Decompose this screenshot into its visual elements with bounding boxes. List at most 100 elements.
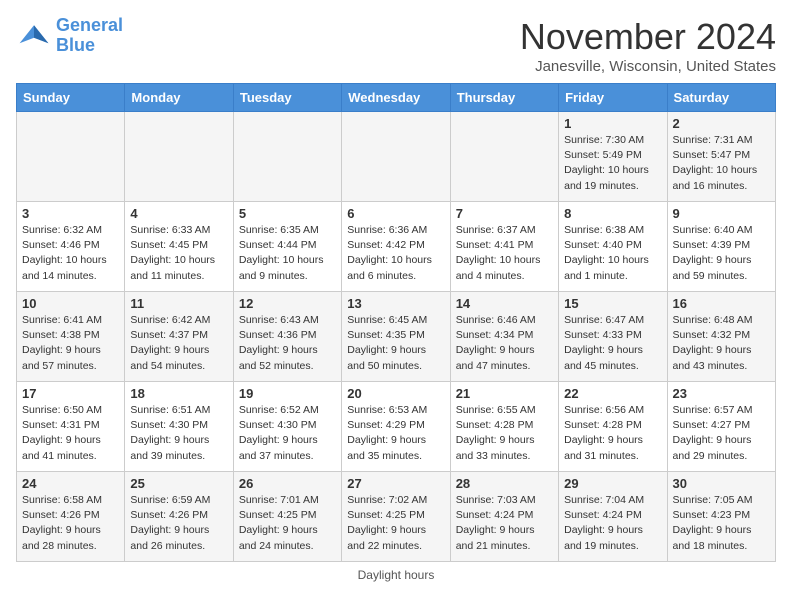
day-number: 1 — [564, 116, 661, 131]
calendar-cell: 28 Sunrise: 7:03 AM Sunset: 4:24 PM Dayli… — [450, 472, 558, 562]
day-info: Sunrise: 6:52 AM Sunset: 4:30 PM Dayligh… — [239, 403, 336, 464]
day-number: 2 — [673, 116, 770, 131]
calendar-cell: 5 Sunrise: 6:35 AM Sunset: 4:44 PM Daylig… — [233, 202, 341, 292]
title-block: November 2024 Janesville, Wisconsin, Uni… — [520, 16, 776, 75]
day-info: Sunrise: 6:32 AM Sunset: 4:46 PM Dayligh… — [22, 223, 119, 284]
day-info: Sunrise: 6:58 AM Sunset: 4:26 PM Dayligh… — [22, 493, 119, 554]
day-number: 24 — [22, 476, 119, 491]
day-number: 21 — [456, 386, 553, 401]
day-info: Sunrise: 6:46 AM Sunset: 4:34 PM Dayligh… — [456, 313, 553, 374]
day-number: 9 — [673, 206, 770, 221]
calendar-cell: 22 Sunrise: 6:56 AM Sunset: 4:28 PM Dayli… — [559, 382, 667, 472]
calendar-weekday-friday: Friday — [559, 84, 667, 112]
calendar-cell: 16 Sunrise: 6:48 AM Sunset: 4:32 PM Dayli… — [667, 292, 775, 382]
calendar-cell: 11 Sunrise: 6:42 AM Sunset: 4:37 PM Dayli… — [125, 292, 233, 382]
day-number: 5 — [239, 206, 336, 221]
calendar-cell: 25 Sunrise: 6:59 AM Sunset: 4:26 PM Dayli… — [125, 472, 233, 562]
day-info: Sunrise: 6:33 AM Sunset: 4:45 PM Dayligh… — [130, 223, 227, 284]
day-number: 13 — [347, 296, 444, 311]
calendar-weekday-wednesday: Wednesday — [342, 84, 450, 112]
day-info: Sunrise: 7:03 AM Sunset: 4:24 PM Dayligh… — [456, 493, 553, 554]
day-number: 28 — [456, 476, 553, 491]
calendar-cell: 12Sunrise: 6:43 AM Sunset: 4:36 PM Dayli… — [233, 292, 341, 382]
day-number: 23 — [673, 386, 770, 401]
day-number: 15 — [564, 296, 661, 311]
day-info: Sunrise: 7:05 AM Sunset: 4:23 PM Dayligh… — [673, 493, 770, 554]
day-number: 22 — [564, 386, 661, 401]
day-info: Sunrise: 6:40 AM Sunset: 4:39 PM Dayligh… — [673, 223, 770, 284]
calendar-weekday-monday: Monday — [125, 84, 233, 112]
calendar-weekday-tuesday: Tuesday — [233, 84, 341, 112]
day-number: 11 — [130, 296, 227, 311]
calendar-cell: 7Sunrise: 6:37 AM Sunset: 4:41 PM Daylig… — [450, 202, 558, 292]
location: Janesville, Wisconsin, United States — [520, 58, 776, 75]
day-number: 25 — [130, 476, 227, 491]
day-info: Sunrise: 6:48 AM Sunset: 4:32 PM Dayligh… — [673, 313, 770, 374]
calendar-cell: 4Sunrise: 6:33 AM Sunset: 4:45 PM Daylig… — [125, 202, 233, 292]
calendar-weekday-sunday: Sunday — [17, 84, 125, 112]
day-info: Sunrise: 6:38 AM Sunset: 4:40 PM Dayligh… — [564, 223, 661, 284]
calendar-week-2: 3 Sunrise: 6:32 AM Sunset: 4:46 PM Daylig… — [17, 202, 776, 292]
calendar-cell: 24 Sunrise: 6:58 AM Sunset: 4:26 PM Dayli… — [17, 472, 125, 562]
day-number: 10 — [22, 296, 119, 311]
calendar-cell: 19 Sunrise: 6:52 AM Sunset: 4:30 PM Dayli… — [233, 382, 341, 472]
calendar-cell: 26 Sunrise: 7:01 AM Sunset: 4:25 PM Dayli… — [233, 472, 341, 562]
day-info: Sunrise: 6:51 AM Sunset: 4:30 PM Dayligh… — [130, 403, 227, 464]
calendar-cell: 1 Sunrise: 7:30 AM Sunset: 5:49 PM Daylig… — [559, 112, 667, 202]
daylight-footer: Daylight hours — [16, 568, 776, 582]
calendar-weekday-saturday: Saturday — [667, 84, 775, 112]
day-info: Sunrise: 6:47 AM Sunset: 4:33 PM Dayligh… — [564, 313, 661, 374]
calendar-cell: 23 Sunrise: 6:57 AM Sunset: 4:27 PM Dayli… — [667, 382, 775, 472]
day-number: 19 — [239, 386, 336, 401]
page-header: General Blue November 2024 Janesville, W… — [16, 16, 776, 75]
day-number: 30 — [673, 476, 770, 491]
calendar-cell: 6Sunrise: 6:36 AM Sunset: 4:42 PM Daylig… — [342, 202, 450, 292]
day-number: 16 — [673, 296, 770, 311]
calendar-cell — [17, 112, 125, 202]
calendar-cell — [450, 112, 558, 202]
day-info: Sunrise: 6:55 AM Sunset: 4:28 PM Dayligh… — [456, 403, 553, 464]
calendar-cell — [233, 112, 341, 202]
calendar-cell: 29Sunrise: 7:04 AM Sunset: 4:24 PM Dayli… — [559, 472, 667, 562]
logo: General Blue — [16, 16, 123, 56]
day-info: Sunrise: 6:42 AM Sunset: 4:37 PM Dayligh… — [130, 313, 227, 374]
calendar-header-row: SundayMondayTuesdayWednesdayThursdayFrid… — [17, 84, 776, 112]
day-info: Sunrise: 7:01 AM Sunset: 4:25 PM Dayligh… — [239, 493, 336, 554]
calendar-cell: 27 Sunrise: 7:02 AM Sunset: 4:25 PM Dayli… — [342, 472, 450, 562]
calendar-table: SundayMondayTuesdayWednesdayThursdayFrid… — [16, 83, 776, 562]
day-info: Sunrise: 6:59 AM Sunset: 4:26 PM Dayligh… — [130, 493, 227, 554]
day-info: Sunrise: 6:56 AM Sunset: 4:28 PM Dayligh… — [564, 403, 661, 464]
day-number: 3 — [22, 206, 119, 221]
calendar-cell: 14 Sunrise: 6:46 AM Sunset: 4:34 PM Dayli… — [450, 292, 558, 382]
day-number: 26 — [239, 476, 336, 491]
day-number: 7 — [456, 206, 553, 221]
day-info: Sunrise: 6:41 AM Sunset: 4:38 PM Dayligh… — [22, 313, 119, 374]
calendar-cell: 30 Sunrise: 7:05 AM Sunset: 4:23 PM Dayli… — [667, 472, 775, 562]
calendar-cell: 15 Sunrise: 6:47 AM Sunset: 4:33 PM Dayli… — [559, 292, 667, 382]
day-info: Sunrise: 6:35 AM Sunset: 4:44 PM Dayligh… — [239, 223, 336, 284]
calendar-cell: 21 Sunrise: 6:55 AM Sunset: 4:28 PM Dayli… — [450, 382, 558, 472]
day-number: 20 — [347, 386, 444, 401]
calendar-body: 1 Sunrise: 7:30 AM Sunset: 5:49 PM Daylig… — [17, 112, 776, 562]
day-info: Sunrise: 6:53 AM Sunset: 4:29 PM Dayligh… — [347, 403, 444, 464]
day-info: Sunrise: 6:57 AM Sunset: 4:27 PM Dayligh… — [673, 403, 770, 464]
calendar-cell: 8Sunrise: 6:38 AM Sunset: 4:40 PM Daylig… — [559, 202, 667, 292]
calendar-week-1: 1 Sunrise: 7:30 AM Sunset: 5:49 PM Daylig… — [17, 112, 776, 202]
day-number: 14 — [456, 296, 553, 311]
day-info: Sunrise: 6:43 AM Sunset: 4:36 PM Dayligh… — [239, 313, 336, 374]
day-info: Sunrise: 7:02 AM Sunset: 4:25 PM Dayligh… — [347, 493, 444, 554]
logo-text: General Blue — [56, 16, 123, 56]
calendar-cell: 13 Sunrise: 6:45 AM Sunset: 4:35 PM Dayli… — [342, 292, 450, 382]
day-info: Sunrise: 7:31 AM Sunset: 5:47 PM Dayligh… — [673, 133, 770, 194]
calendar-week-5: 24 Sunrise: 6:58 AM Sunset: 4:26 PM Dayli… — [17, 472, 776, 562]
calendar-cell: 9 Sunrise: 6:40 AM Sunset: 4:39 PM Daylig… — [667, 202, 775, 292]
day-info: Sunrise: 7:30 AM Sunset: 5:49 PM Dayligh… — [564, 133, 661, 194]
day-number: 27 — [347, 476, 444, 491]
calendar-cell: 20 Sunrise: 6:53 AM Sunset: 4:29 PM Dayli… — [342, 382, 450, 472]
calendar-cell — [342, 112, 450, 202]
calendar-weekday-thursday: Thursday — [450, 84, 558, 112]
day-number: 18 — [130, 386, 227, 401]
day-number: 17 — [22, 386, 119, 401]
day-info: Sunrise: 6:45 AM Sunset: 4:35 PM Dayligh… — [347, 313, 444, 374]
day-info: Sunrise: 6:36 AM Sunset: 4:42 PM Dayligh… — [347, 223, 444, 284]
